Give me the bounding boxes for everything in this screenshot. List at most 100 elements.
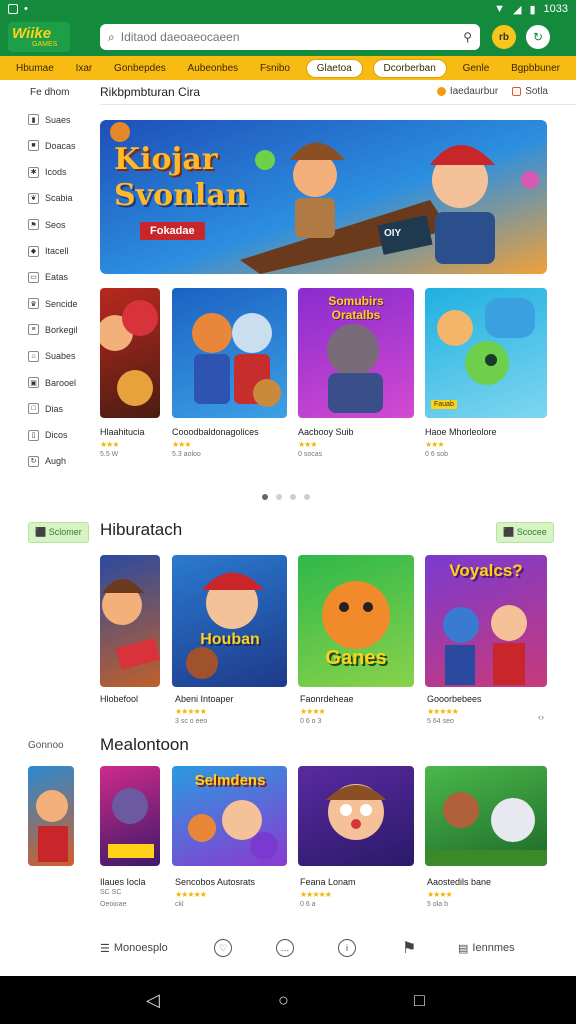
gem-icon: ◆ <box>28 245 39 257</box>
hero-badge: Fokadae <box>140 222 205 240</box>
list-icon: ▤ <box>458 942 469 955</box>
sidebar-item-label: Barooel <box>45 377 77 388</box>
featured-card-1[interactable] <box>100 288 160 418</box>
game-meta: 5 64 seo <box>427 718 454 725</box>
bottom-nav-left[interactable]: ☰ Monoesplo <box>100 942 168 955</box>
sidebar-item[interactable]: ◆ Itacell <box>28 245 69 257</box>
section2-more-icon[interactable]: ‹› <box>538 712 544 722</box>
search-submit-icon[interactable]: ⚲ <box>463 30 472 44</box>
bottom-nav-right[interactable]: ▤ Iennmes <box>458 942 515 955</box>
game-title[interactable]: Feana Lonam <box>300 877 356 887</box>
sidebar-item[interactable]: ≡ Borkegil <box>28 324 78 336</box>
app-logo[interactable]: Wiike GAMES <box>8 22 70 52</box>
category-tab[interactable]: Fsnibo <box>254 61 296 76</box>
game-meta: 5.5 W <box>100 451 119 458</box>
game-title[interactable]: Aacbooy Suib <box>298 427 354 437</box>
sidebar-item[interactable]: ▮ Suaes <box>28 114 71 125</box>
game-title[interactable]: Hlobefool <box>100 694 138 704</box>
category-tab-active[interactable]: Glaetoa <box>305 58 363 78</box>
rating-stars: ★★★ <box>100 440 119 449</box>
rating-stars: ★★★ <box>172 440 191 449</box>
featured-card-2[interactable] <box>172 288 287 418</box>
refresh-icon[interactable]: ↻ <box>526 25 550 49</box>
carousel-dot-active[interactable] <box>262 494 268 500</box>
carousel-dot[interactable] <box>290 494 296 500</box>
section2-card-2[interactable]: Houban <box>172 555 287 687</box>
heart-icon[interactable]: ♡ <box>214 939 232 957</box>
category-tab[interactable]: Hbumae <box>10 61 60 76</box>
sidebar-item[interactable]: ↻ Augh <box>28 455 67 467</box>
sidebar-item-label: Seos <box>45 219 66 230</box>
sidebar-item-label: Dicos <box>45 430 68 441</box>
carousel-dot[interactable] <box>304 494 310 500</box>
category-tab[interactable]: Gonbepdes <box>108 61 172 76</box>
section2-card-4[interactable]: Voyalcs? <box>425 555 547 687</box>
sidebar-item[interactable]: ▭ Eatas <box>28 271 68 283</box>
featured-art-2 <box>192 313 281 407</box>
section2-card-1[interactable] <box>100 555 160 687</box>
coin-button[interactable]: rb <box>492 25 516 49</box>
recents-icon[interactable]: □ <box>414 990 425 1011</box>
section2-art-text-3: Ganes <box>325 647 387 669</box>
coin-dot-icon <box>436 86 446 96</box>
game-title[interactable]: Gooorbebees <box>427 694 482 704</box>
sidebar-item[interactable]: ▣ Barooel <box>28 377 76 388</box>
game-title[interactable]: Ilaues Iocla <box>100 877 146 887</box>
sidebar-item[interactable]: ⚑ Seos <box>28 219 66 231</box>
section3-card-3[interactable] <box>298 766 414 866</box>
category-tab-selected[interactable]: Dcorberban <box>372 58 447 78</box>
leaf-icon: ❦ <box>28 192 39 204</box>
hero-banner[interactable]: Kiojar Svonlan Fokadae OIY <box>100 120 547 274</box>
section2-card-3[interactable]: Ganes <box>298 555 414 687</box>
featured-card-3[interactable]: Somubirs Oratalbs <box>298 288 414 418</box>
section3-left-label: Gonnoo <box>28 740 64 751</box>
section2-left-pill[interactable]: ⬛ Sclomer <box>28 522 89 543</box>
sidebar-item-label: Augh <box>45 456 67 467</box>
back-icon[interactable]: ◁ <box>146 990 160 1011</box>
chat-icon[interactable]: … <box>276 939 294 957</box>
game-title[interactable]: Cooodbaldonagolices <box>172 427 259 437</box>
game-title[interactable]: Haoe Mhorleolore <box>425 427 497 437</box>
bookmark-icon[interactable]: ⚑ <box>402 938 416 958</box>
sidebar-item[interactable]: □ Dias <box>28 403 63 415</box>
app-bar: Wiike GAMES ⌕ ⚲ rb ↻ <box>0 18 576 56</box>
game-title[interactable]: Aaostedils bane <box>427 877 491 887</box>
category-tab[interactable]: Ixar <box>70 61 99 76</box>
search-bar[interactable]: ⌕ ⚲ <box>100 24 480 50</box>
sidebar-item[interactable]: ✱ Icods <box>28 166 67 178</box>
category-tab[interactable]: Bgpbbuner <box>505 61 566 76</box>
section2-right-pill[interactable]: ⬛ Scocee <box>496 522 554 543</box>
featured-art-1 <box>100 300 158 406</box>
sidebar-item[interactable]: ⌂ Suabes <box>28 350 76 362</box>
game-title[interactable]: Abeni Intoaper <box>175 694 234 704</box>
section3-card-4[interactable] <box>425 766 547 866</box>
featured-card-4[interactable]: Fauab <box>425 288 547 418</box>
search-input[interactable] <box>120 30 458 44</box>
game-title[interactable]: Sencobos Autosrats <box>175 877 255 887</box>
carousel-dots[interactable] <box>262 494 310 500</box>
section3-side-card[interactable] <box>28 766 74 866</box>
sidebar-item[interactable]: ■ Doacas <box>28 140 76 152</box>
game-meta: 3 sc o eeo <box>175 718 208 725</box>
sidebar-item[interactable]: ❦ Scabia <box>28 192 73 204</box>
bottom-nav-left-label: Monoesplo <box>113 942 168 954</box>
tag-icon: ⬛ <box>35 527 49 537</box>
game-title[interactable]: Hlaahitucia <box>100 427 145 437</box>
game-meta: Oeoioae <box>100 901 127 908</box>
game-meta: 5 ola b <box>427 901 449 908</box>
top-link-1[interactable]: Iaedaurbur <box>436 86 498 97</box>
carousel-dot[interactable] <box>276 494 282 500</box>
section3-card-1[interactable] <box>100 766 160 866</box>
section3-card-2[interactable]: Selmdens <box>172 766 287 866</box>
page-icon: □ <box>28 403 39 415</box>
info-icon[interactable]: i <box>338 939 356 957</box>
top-link-2[interactable]: Sotla <box>512 86 548 97</box>
home-icon[interactable]: ○ <box>278 990 289 1011</box>
battery-icon: ▮ <box>529 3 536 16</box>
sidebar-item[interactable]: ▯ Dicos <box>28 429 68 441</box>
category-tab[interactable]: Aubeonbes <box>182 61 245 76</box>
section3-art-1 <box>108 788 154 858</box>
sidebar-item[interactable]: ♛ Sencide <box>28 298 78 310</box>
category-tab[interactable]: Genle <box>457 61 496 76</box>
game-title[interactable]: Faonrdeheae <box>300 694 354 704</box>
